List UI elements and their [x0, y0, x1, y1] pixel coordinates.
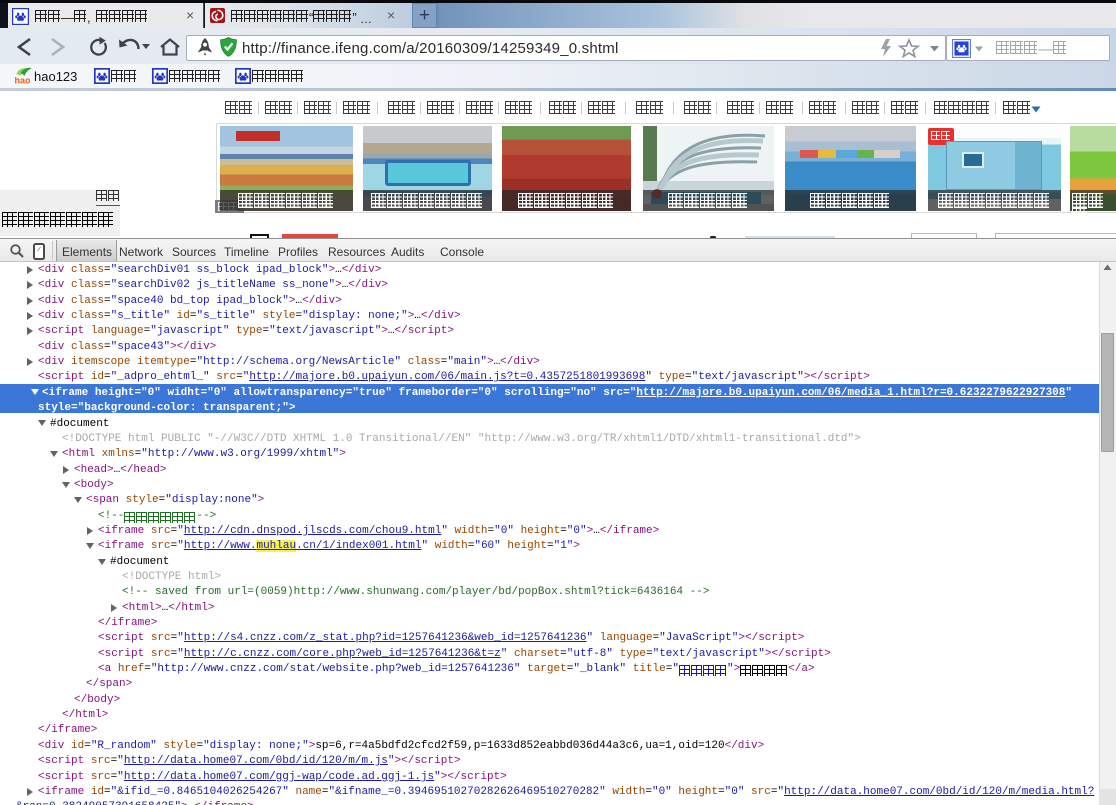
svg-text:hao: hao: [15, 76, 32, 86]
